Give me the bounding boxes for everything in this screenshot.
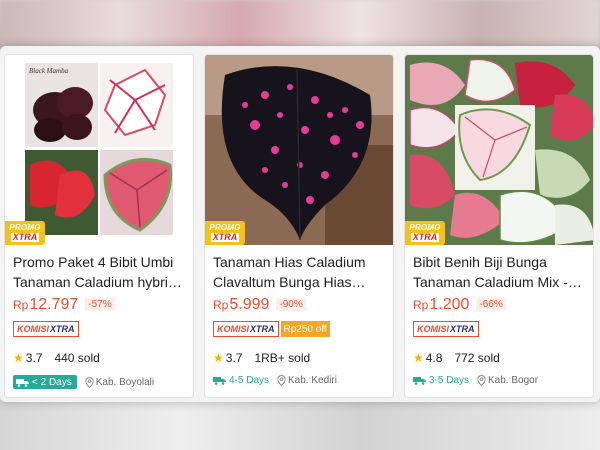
sold-count: 772 sold bbox=[454, 351, 500, 365]
rating-value: 3.7 bbox=[25, 351, 43, 365]
product-title[interactable]: Bibit Benih Biji Bunga Tanaman Caladium … bbox=[413, 252, 589, 292]
location-pin-icon bbox=[477, 375, 486, 386]
location-text: Kab. Boyolali bbox=[95, 376, 155, 388]
discount-badge: -66% bbox=[476, 298, 506, 311]
shipping-info: 4-5 Days bbox=[213, 375, 269, 386]
shipping-row: 3-5 Days Kab. Bogor bbox=[413, 375, 538, 386]
shipping-row: < 2 Days Kab. Boyolali bbox=[13, 375, 154, 389]
shipping-badge: < 2 Days bbox=[13, 375, 77, 389]
komisi-xtra-badge: KOMISI XTRA bbox=[413, 321, 479, 337]
sold-count: 440 sold bbox=[54, 351, 100, 365]
promo-xtra-badge: PROMO XTRA bbox=[205, 221, 245, 245]
discount-badge: -57% bbox=[85, 298, 115, 311]
truck-icon bbox=[413, 377, 426, 385]
location-text: Kab. Bogor bbox=[488, 375, 539, 386]
star-icon: ★ bbox=[413, 351, 424, 365]
rating-value: 3.7 bbox=[225, 351, 243, 365]
shipping-info: 3-5 Days bbox=[413, 375, 469, 386]
location-pin-icon bbox=[85, 376, 94, 388]
location-pin-icon bbox=[277, 375, 286, 386]
location-text: Kab. Kediri bbox=[288, 375, 337, 386]
shipping-row: 4-5 Days Kab. Kediri bbox=[213, 375, 337, 386]
star-icon: ★ bbox=[213, 351, 224, 365]
product-card[interactable]: PROMO XTRA Tanaman Hias Caladium Clavalt… bbox=[204, 54, 394, 398]
price: Rp 1.200 -66% bbox=[413, 296, 506, 314]
background-blur-top bbox=[0, 0, 600, 48]
price: Rp 12.797 -57% bbox=[13, 296, 115, 314]
rating-value: 4.8 bbox=[425, 351, 443, 365]
komisi-xtra-badge: KOMISI XTRA bbox=[213, 321, 279, 337]
product-grid: Black Mamba PROMO XTRA Promo Paket 4 Bib… bbox=[0, 46, 600, 402]
price: Rp 5.999 -90% bbox=[213, 296, 306, 314]
truck-icon bbox=[213, 377, 226, 385]
rating-row: ★ 4.8 772 sold bbox=[413, 351, 500, 365]
komisi-xtra-badge: KOMISI XTRA bbox=[13, 321, 79, 337]
product-title[interactable]: Tanaman Hias Caladium Clavaltum Bunga Hi… bbox=[213, 252, 389, 292]
rating-row: ★ 3.7 1RB+ sold bbox=[213, 351, 310, 365]
rating-row: ★ 3.7 440 sold bbox=[13, 351, 100, 365]
truck-icon bbox=[16, 378, 29, 387]
promo-xtra-badge: PROMO XTRA bbox=[405, 221, 445, 245]
star-icon: ★ bbox=[13, 351, 24, 365]
image-caption: Black Mamba bbox=[29, 67, 69, 75]
product-title[interactable]: Promo Paket 4 Bibit Umbi Tanaman Caladiu… bbox=[13, 252, 189, 292]
badge-row: KOMISI XTRA Rp250 off bbox=[213, 321, 330, 337]
product-image[interactable]: Black Mamba bbox=[5, 55, 193, 245]
product-card[interactable]: Black Mamba PROMO XTRA Promo Paket 4 Bib… bbox=[4, 54, 194, 398]
product-image[interactable] bbox=[205, 55, 393, 245]
voucher-badge: Rp250 off bbox=[280, 321, 330, 337]
discount-badge: -90% bbox=[276, 298, 306, 311]
product-card[interactable]: PROMO XTRA Bibit Benih Biji Bunga Tanama… bbox=[404, 54, 594, 398]
background-blur-bottom bbox=[0, 400, 600, 450]
promo-xtra-badge: PROMO XTRA bbox=[5, 221, 45, 245]
sold-count: 1RB+ sold bbox=[254, 351, 311, 365]
product-image[interactable] bbox=[405, 55, 593, 245]
